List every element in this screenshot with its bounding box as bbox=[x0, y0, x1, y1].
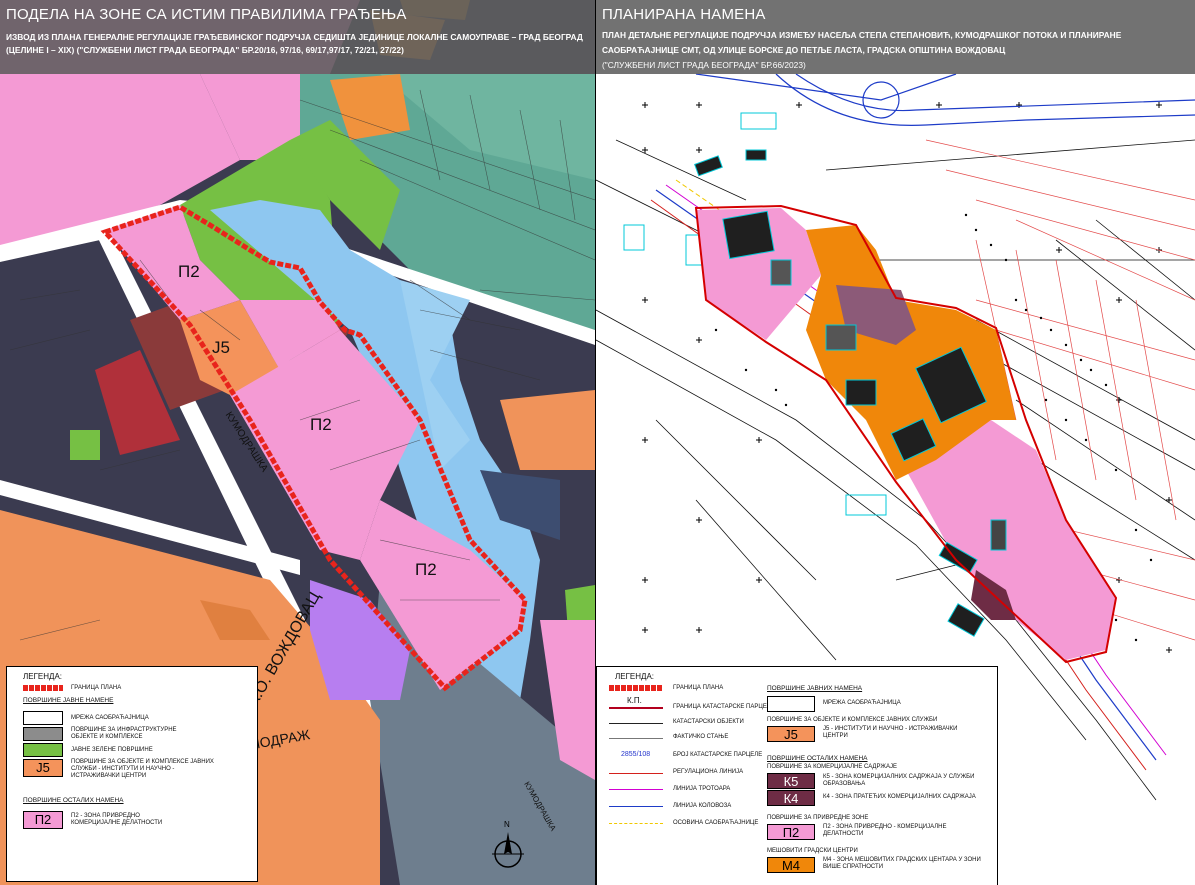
legend-line-sidewalk bbox=[609, 789, 663, 790]
legend-swatch-p2: П2 bbox=[23, 811, 63, 829]
left-header: ПОДЕЛА НА ЗОНЕ СА ИСТИМ ПРАВИЛИМА ГРАЂЕЊ… bbox=[0, 0, 595, 74]
legend-label-roads: МРЕЖА САОБРАЋАЈНИЦА bbox=[71, 715, 149, 721]
legend-label-roadway: ЛИНИЈА КОЛОВОЗА bbox=[673, 803, 732, 809]
legend-label-parcel-number: БРОЈ КАТАСТАРСКЕ ПАРЦЕЛЕ bbox=[673, 752, 763, 758]
right-subtitle-1: ПЛАН ДЕТАЉНЕ РЕГУЛАЦИЈЕ ПОДРУЧЈА ИЗМЕЂУ … bbox=[602, 30, 1122, 40]
legend-label-k4: К4 - ЗОНА ПРАТЕЋИХ КОМЕРЦИЈАЛНИХ САДРЖАЈ… bbox=[823, 794, 976, 800]
legend-public-header: ПОВРШИНЕ ЈАВНЕ НАМЕНЕ bbox=[23, 697, 114, 704]
legend-label-infrastructure: ПОВРШИНЕ ЗА ИНФРАСТРУКТУРНЕ ОБЈЕКТЕ И КО… bbox=[71, 727, 177, 740]
legend-mixed-header: МЕШОВИТИ ГРАДСКИ ЦЕНТРИ bbox=[767, 848, 858, 854]
legend-swatch-k4: К4 bbox=[767, 790, 815, 806]
legend-label-factual: ФАКТИЧКО СТАЊЕ bbox=[673, 734, 729, 740]
left-map-panel: ПОДЕЛА НА ЗОНЕ СА ИСТИМ ПРАВИЛИМА ГРАЂЕЊ… bbox=[0, 0, 595, 885]
legend-industry-header: ПОВРШИНЕ ЗА ПРИВРЕДНЕ ЗОНЕ bbox=[767, 815, 869, 821]
right-header: ПЛАНИРАНА НАМЕНА ПЛАН ДЕТАЉНЕ РЕГУЛАЦИЈЕ… bbox=[596, 0, 1195, 74]
legend-line-regulation bbox=[609, 773, 663, 774]
zone-label-p2-south: П2 bbox=[415, 560, 437, 579]
right-subtitle-3: ("СЛУЖБЕНИ ЛИСТ ГРАДА БЕОГРАДА" БР.66/20… bbox=[602, 60, 806, 70]
legend-swatch-m4: М4 bbox=[767, 857, 815, 873]
legend-label-axis: ОСОВИНА САОБРАЋАЈНИЦЕ bbox=[673, 820, 759, 826]
legend-label-j5: ПОВРШИНЕ ЗА ОБЈЕКТЕ И КОМПЛЕКСЕ ЈАВНИХ С… bbox=[71, 759, 214, 779]
legend-kp-tag: К.П. bbox=[627, 696, 642, 705]
right-subtitle-2: САОБРАЋАЈНИЦЕ СМТ, ОД УЛИЦЕ БОРСКЕ ДО ПЕ… bbox=[602, 45, 1006, 55]
legend-label-green: ЈАВНЕ ЗЕЛЕНЕ ПОВРШИНЕ bbox=[71, 747, 153, 753]
zone-label-j5: Ј5 bbox=[212, 338, 230, 357]
north-arrow-icon: N bbox=[490, 820, 526, 872]
north-label: N bbox=[504, 820, 510, 829]
legend-title-right: ЛЕГЕНДА: bbox=[615, 672, 655, 681]
right-map-panel: ПЛАНИРАНА НАМЕНА ПЛАН ДЕТАЉНЕ РЕГУЛАЦИЈЕ… bbox=[596, 0, 1195, 885]
legend-label-boundary: ГРАНИЦА ПЛАНА bbox=[673, 685, 724, 691]
legend-services-header: ПОВРШИНЕ ЗА ОБЈЕКТЕ И КОМПЛЕКСЕ ЈАВНИХ С… bbox=[767, 717, 938, 723]
legend-label-p2: П2 - ЗОНА ПРИВРЕДНО КОМЕРЦИЈАЛНЕ ДЕЛАТНО… bbox=[71, 813, 163, 826]
legend-line-roadway bbox=[609, 806, 663, 807]
legend-label-objects: КАТАСТАРСКИ ОБЈЕКТИ bbox=[673, 719, 744, 725]
legend-boundary-label: ГРАНИЦА ПЛАНА bbox=[71, 685, 122, 691]
legend-swatch-roads-right bbox=[767, 696, 815, 712]
legend-label-k5: К5 - ЗОНА КОМЕРЦИЈАЛНИХ САДРЖАЈА У СЛУЖБ… bbox=[823, 774, 975, 787]
legend-swatch-green bbox=[23, 743, 63, 757]
right-title: ПЛАНИРАНА НАМЕНА bbox=[602, 6, 766, 23]
legend-boundary-swatch bbox=[23, 685, 63, 691]
legend-line-factual bbox=[609, 738, 663, 739]
legend-commercial-header: ПОВРШИНЕ ЗА КОМЕРЦИЈАЛНЕ САДРЖАЈЕ bbox=[767, 764, 897, 770]
legend-swatch-k5: К5 bbox=[767, 773, 815, 789]
zone-label-p2-north: П2 bbox=[178, 262, 200, 281]
legend-label-p2-right: П2 - ЗОНА ПРИВРЕДНО - КОМЕРЦИЈАЛНЕ ДЕЛАТ… bbox=[823, 824, 947, 837]
legend-other-header-right: ПОВРШИНЕ ОСТАЛИХ НАМЕНА bbox=[767, 755, 868, 762]
legend-swatch-j5-right: Ј5 bbox=[767, 726, 815, 742]
legend-line-axis bbox=[609, 823, 663, 824]
legend-swatch-p2-right: П2 bbox=[767, 824, 815, 840]
zone-label-p2-central: П2 bbox=[310, 415, 332, 434]
legend-other-header: ПОВРШИНЕ ОСТАЛИХ НАМЕНА bbox=[23, 797, 124, 804]
legend-line-objects bbox=[609, 723, 663, 724]
legend-swatch-infrastructure bbox=[23, 727, 63, 741]
legend-label-m4: М4 - ЗОНА МЕШОВИТИХ ГРАДСКИХ ЦЕНТАРА У З… bbox=[823, 857, 981, 870]
legend-label-j5-right: Ј5 - ИНСТИТУТИ И НАУЧНО - ИСТРАЖИВАЧКИ Ц… bbox=[823, 726, 958, 739]
legend-line-parcel bbox=[609, 707, 663, 709]
legend-swatch-j5: Ј5 bbox=[23, 759, 63, 777]
right-legend: ЛЕГЕНДА: ГРАНИЦА ПЛАНА К.П. ГРАНИЦА КАТА… bbox=[596, 666, 998, 885]
legend-swatch-roads bbox=[23, 711, 63, 725]
legend-title: ЛЕГЕНДА: bbox=[23, 672, 63, 681]
legend-parcel-number-tag: 2855/108 bbox=[621, 751, 651, 758]
left-legend: ЛЕГЕНДА: ГРАНИЦА ПЛАНА ПОВРШИНЕ ЈАВНЕ НА… bbox=[6, 666, 258, 882]
legend-label-sidewalk: ЛИНИЈА ТРОТОАРА bbox=[673, 786, 731, 792]
left-subtitle-2: (ЦЕЛИНЕ I – XIX) ("СЛУЖБЕНИ ЛИСТ ГРАДА Б… bbox=[6, 45, 404, 55]
left-title: ПОДЕЛА НА ЗОНЕ СА ИСТИМ ПРАВИЛИМА ГРАЂЕЊ… bbox=[6, 6, 407, 23]
legend-label-parcel: ГРАНИЦА КАТАСТАРСКЕ ПАРЦЕЛЕ bbox=[673, 704, 775, 710]
legend-label-roads-right: МРЕЖА САОБРАЋАЈНИЦА bbox=[823, 700, 901, 706]
left-subtitle-1: ИЗВОД ИЗ ПЛАНА ГЕНЕРАЛНЕ РЕГУЛАЦИЈЕ ГРАЂ… bbox=[6, 32, 583, 42]
legend-line-boundary bbox=[609, 685, 663, 691]
legend-label-regulation: РЕГУЛАЦИОНА ЛИНИЈА bbox=[673, 769, 744, 775]
legend-public-header-right: ПОВРШИНЕ ЈАВНИХ НАМЕНА bbox=[767, 685, 863, 692]
